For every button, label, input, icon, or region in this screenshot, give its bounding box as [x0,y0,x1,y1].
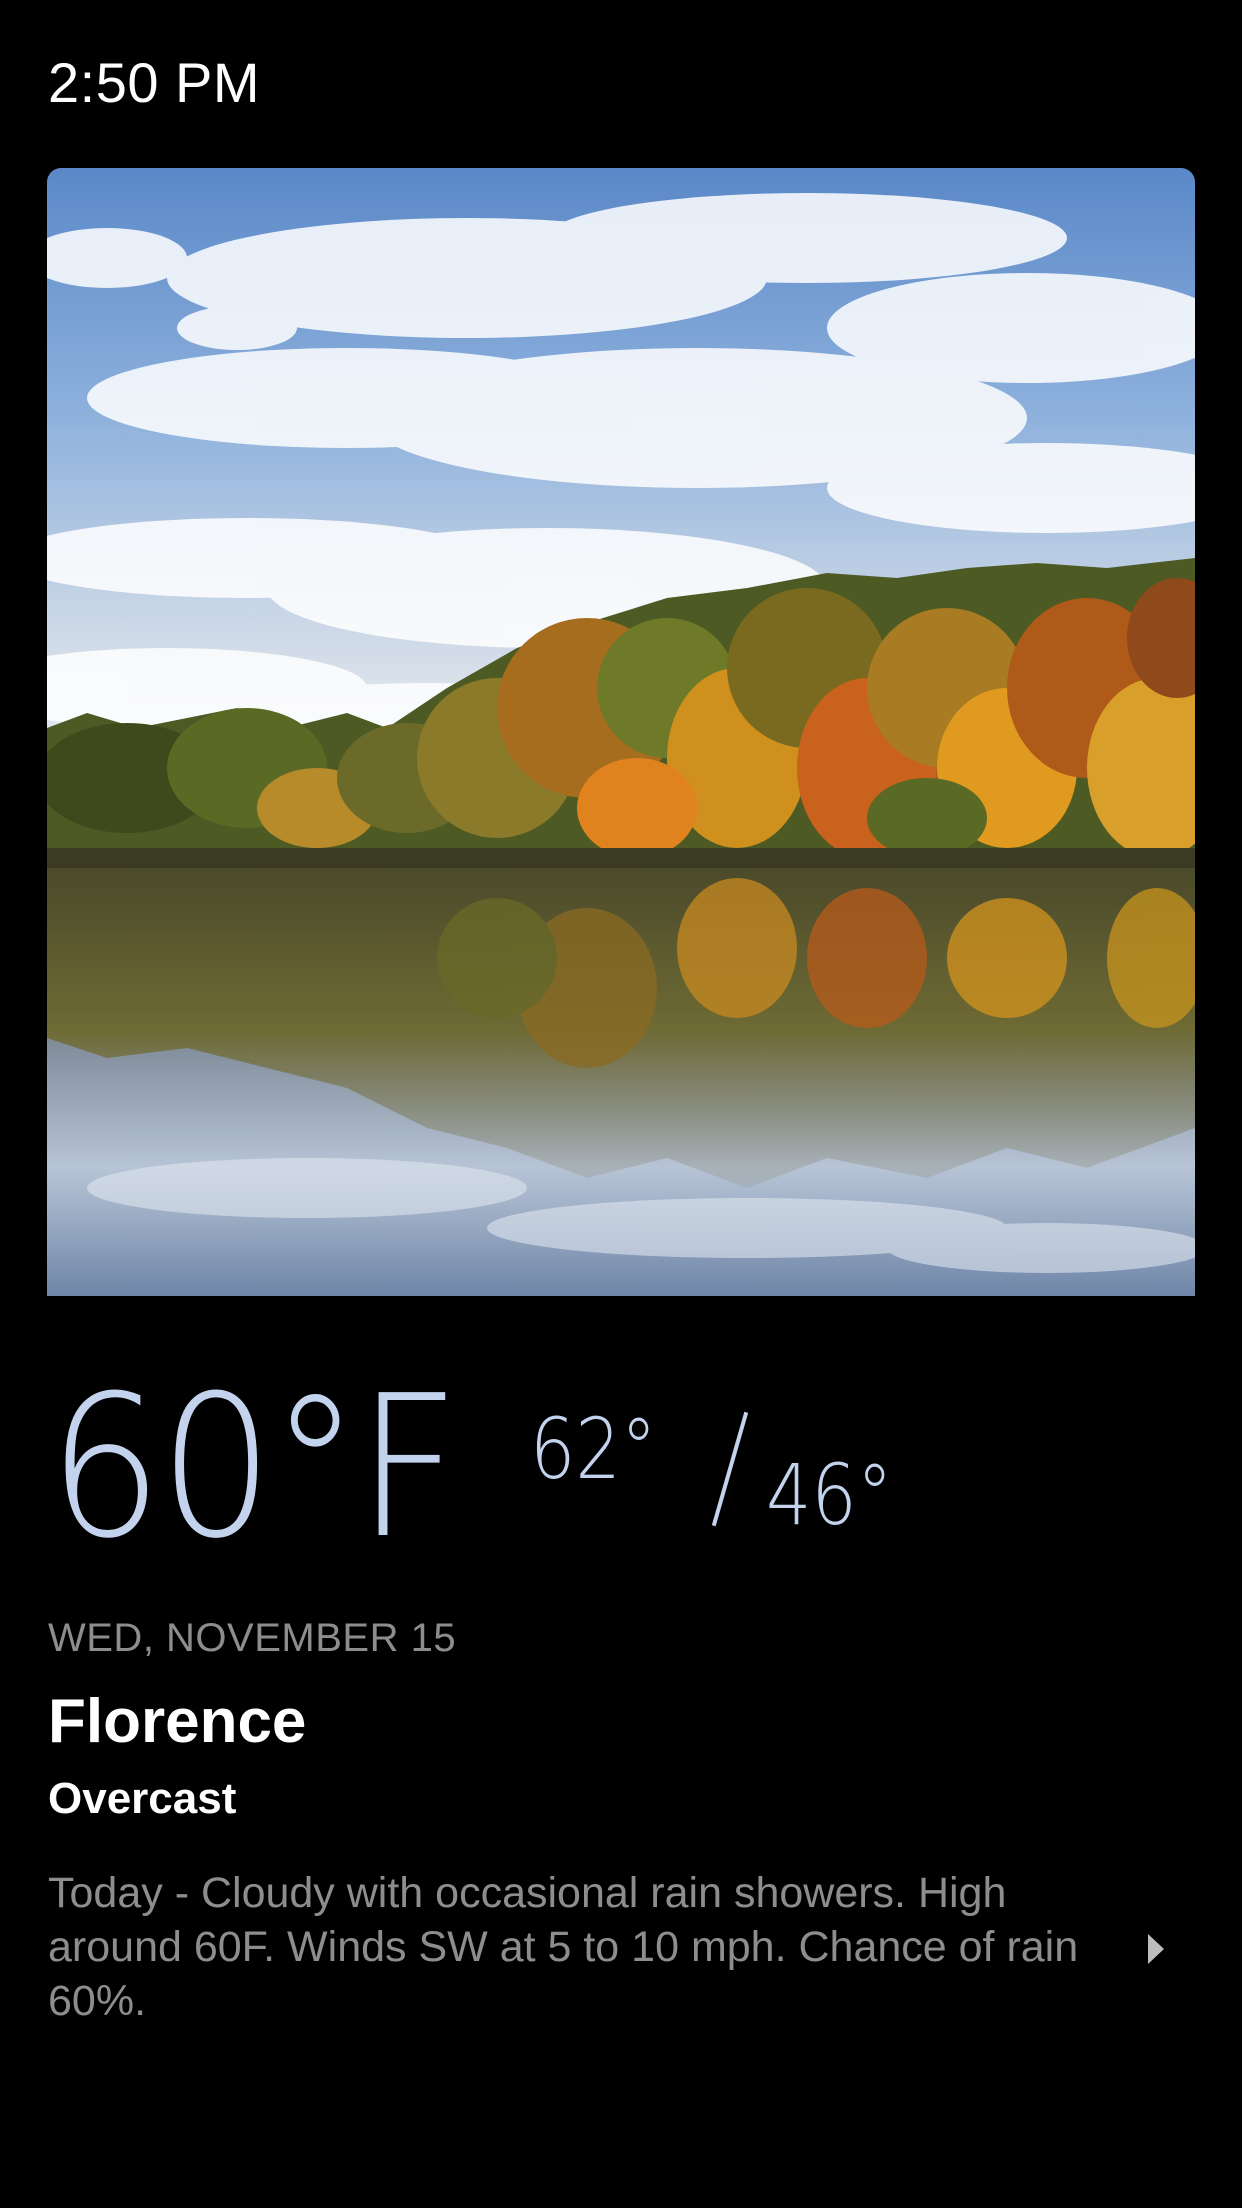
current-temperature: 60°F [48,1354,460,1582]
forecast-summary[interactable]: Today - Cloudy with occasional rain show… [48,1866,1108,2028]
low-temperature: 46° [766,1446,893,1544]
forecast-date: WED, NOVEMBER 15 [48,1616,457,1660]
temperature-row: 60°F 62° 46° [48,1368,1148,1568]
chevron-right-icon[interactable] [1148,1934,1164,1964]
status-bar-time: 2:50 PM [48,51,261,114]
city-name: Florence [48,1687,307,1756]
weather-condition: Overcast [48,1774,237,1823]
hero-image [47,168,1195,1296]
high-temperature: 62° [530,1400,657,1498]
high-low-divider [711,1411,749,1527]
